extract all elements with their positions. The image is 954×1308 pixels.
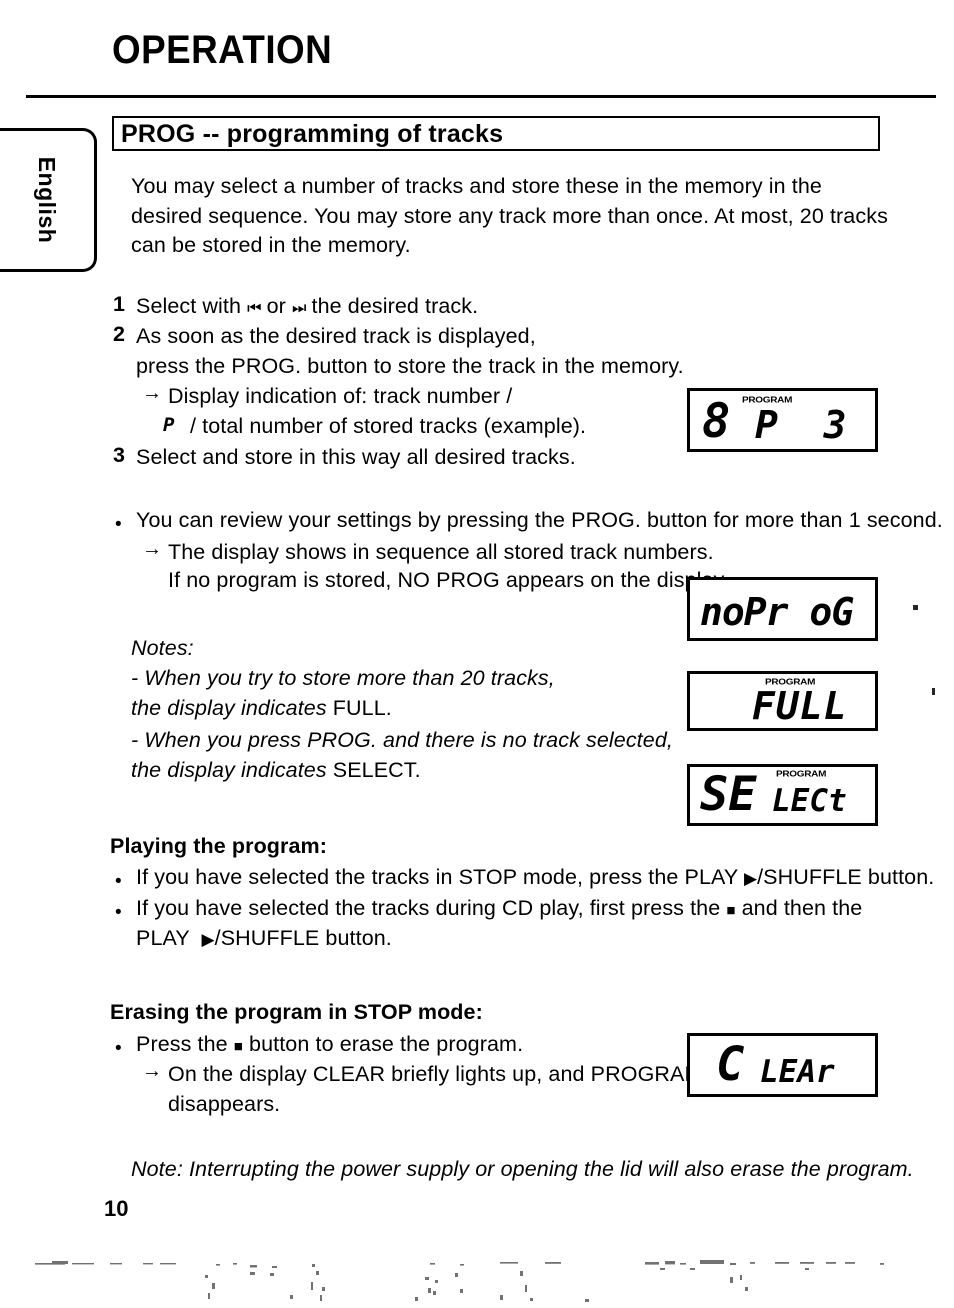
section-header-box: PROG -- programming of tracks xyxy=(112,116,880,151)
step-1-text: Select with ⏮ or ⏭ the desired track. xyxy=(136,292,478,324)
playing-item-1-b: /SHUFFLE button. xyxy=(757,865,935,889)
step-2-sub-arrow-icon: → xyxy=(142,382,162,404)
playing-item-2-line-2-a: PLAY xyxy=(136,926,202,950)
step-1-text-c: the desired track. xyxy=(305,294,479,318)
step-2-sub-line-2: / total number of stored tracks (example… xyxy=(190,414,587,438)
scan-speck-1 xyxy=(913,605,918,610)
lcd-track-program-display: PROGRAM 8 P 3 xyxy=(687,388,878,452)
lcd-p-glyph-icon: P xyxy=(163,414,175,436)
erasing-sub-line-2: disappears. xyxy=(168,1092,281,1116)
lcd-no-program-display: noPr oG xyxy=(687,577,878,641)
lcd-clear-big-text: C xyxy=(716,1037,745,1092)
note-1-indicator-value: FULL. xyxy=(332,696,392,720)
note-2-line-2-a: the display indicates xyxy=(131,758,333,782)
lcd-full-display: PROGRAM FULL xyxy=(687,671,878,731)
review-line-1: You can review your settings by pressing… xyxy=(136,508,943,532)
step-1-text-a: Select with xyxy=(136,294,248,318)
section-intro-text: You may select a number of tracks and st… xyxy=(131,174,888,257)
playing-item-2-a: If you have selected the tracks during C… xyxy=(136,896,727,920)
stop-icon: ■ xyxy=(726,902,736,919)
lcd-clear-small-text: LEAr xyxy=(760,1054,835,1090)
play-icon: ▶ xyxy=(744,869,758,888)
playing-item-2-line-2: PLAY ▶/SHUFFLE button. xyxy=(136,924,392,955)
step-3-number: 3 xyxy=(113,443,125,467)
step-2-line-1: As soon as the desired track is displaye… xyxy=(136,324,536,348)
page-title: OPERATION xyxy=(112,28,333,72)
erasing-item-1-a: Press the xyxy=(136,1032,234,1056)
page-number: 10 xyxy=(104,1196,129,1221)
lcd-no-program-text: noPr oG xyxy=(700,590,854,634)
lcd-select-display: PROGRAM SE LECt xyxy=(687,764,878,826)
erasing-bullet-icon: • xyxy=(115,1038,122,1059)
step-2-line-2: press the PROG. button to store the trac… xyxy=(136,354,684,378)
playing-item-1-a: If you have selected the tracks in STOP … xyxy=(136,865,745,889)
scan-speck-2 xyxy=(932,688,935,695)
playing-item-2-b: and then the xyxy=(735,896,863,920)
erasing-heading: Erasing the program in STOP mode: xyxy=(110,1000,483,1024)
playing-item-1: If you have selected the tracks in STOP … xyxy=(136,863,934,894)
step-1-number: 1 xyxy=(113,292,125,316)
header-divider xyxy=(26,95,936,98)
step-1-text-b: or xyxy=(260,294,293,318)
lcd-program-label-4: PROGRAM xyxy=(776,770,827,779)
next-track-icon: ⏭ xyxy=(292,300,306,317)
manual-page: OPERATION English PROG -- programming of… xyxy=(0,0,954,1308)
lcd-select-small-text: LECt xyxy=(772,783,847,819)
lcd-track-program-text: P 3 xyxy=(755,403,847,447)
review-arrow-icon: → xyxy=(142,538,162,560)
notes-heading: Notes: xyxy=(131,636,194,660)
note-1-line-1: - When you try to store more than 20 tra… xyxy=(131,666,555,690)
note-2-indicator-value: SELECT. xyxy=(332,758,421,782)
scan-edge-artifacts xyxy=(35,1260,884,1302)
play-icon-2: ▶ xyxy=(201,930,215,949)
final-note: Note: Interrupting the power supply or o… xyxy=(131,1157,914,1181)
review-line-2: The display shows in sequence all stored… xyxy=(168,540,714,564)
language-tab: English xyxy=(0,128,97,272)
lcd-clear-display: C LEAr xyxy=(687,1033,878,1097)
step-3-text: Select and store in this way all desired… xyxy=(136,445,576,469)
erasing-item-1-b: button to erase the program. xyxy=(242,1032,524,1056)
language-tab-label: English xyxy=(34,156,61,244)
lcd-full-text: FULL xyxy=(752,684,848,728)
section-header-title: PROG -- programming of tracks xyxy=(121,120,504,148)
note-2-line-1: - When you press PROG. and there is no t… xyxy=(131,728,673,752)
playing-heading: Playing the program: xyxy=(110,834,328,858)
lcd-select-big-text: SE xyxy=(700,767,757,822)
note-1-line-2: the display indicates FULL. xyxy=(131,694,392,724)
step-2-number: 2 xyxy=(113,322,125,346)
erasing-sub-line-1: On the display CLEAR briefly lights up, … xyxy=(168,1062,703,1086)
step-2-sub-line-1: Display indication of: track number / xyxy=(168,384,513,408)
playing-bullet-2-icon: • xyxy=(115,902,122,923)
note-1-line-2-a: the display indicates xyxy=(131,696,333,720)
erasing-item-1: Press the ■ button to erase the program. xyxy=(136,1030,523,1062)
playing-item-2-line-1: If you have selected the tracks during C… xyxy=(136,894,862,926)
note-2-line-2: the display indicates SELECT. xyxy=(131,756,421,786)
erasing-arrow-icon: → xyxy=(142,1060,162,1082)
lcd-track-digit: 8 xyxy=(702,394,731,449)
playing-item-2-line-2-b: /SHUFFLE button. xyxy=(214,926,392,950)
previous-track-icon: ⏮ xyxy=(247,300,261,317)
stop-icon-3: ■ xyxy=(233,1038,243,1055)
review-bullet-icon: • xyxy=(115,514,122,535)
playing-bullet-1-icon: • xyxy=(115,871,122,892)
review-line-3: If no program is stored, NO PROG appears… xyxy=(168,568,729,592)
